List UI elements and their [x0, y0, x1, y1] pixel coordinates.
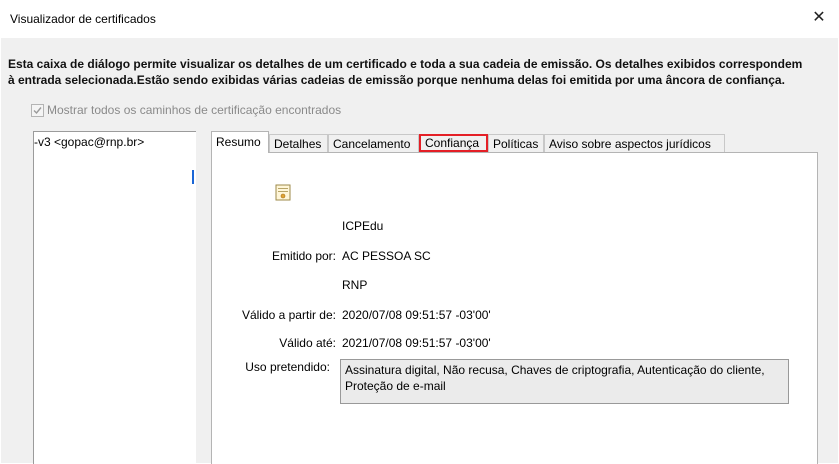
summary-panel: ICPEdu Emitido por: AC PESSOA SC RNP Vál… [211, 152, 818, 464]
show-all-paths-label: Mostrar todos os caminhos de certificaçã… [47, 103, 342, 117]
tab-aviso-juridico[interactable]: Aviso sobre aspectos jurídicos [544, 134, 725, 152]
issued-by-label: Emitido por: [271, 249, 336, 263]
issued-by-value: AC PESSOA SC [342, 249, 431, 263]
usage-box: Assinatura digital, Não recusa, Chaves d… [340, 359, 789, 404]
close-icon: ✕ [812, 9, 826, 26]
title-bar: Visualizador de certificados ✕ [0, 0, 839, 38]
dialog-body: Esta caixa de diálogo permite visualizar… [1, 38, 838, 464]
close-button[interactable]: ✕ [809, 8, 829, 28]
tab-cancelamento[interactable]: Cancelamento [328, 134, 419, 152]
certificate-chain-tree[interactable]: -v3 <gopac@rnp.br> [33, 131, 196, 464]
valid-until-label: Válido até: [279, 336, 336, 350]
valid-from-label: Válido a partir de: [241, 308, 336, 322]
tab-detalhes[interactable]: Detalhes [269, 134, 328, 152]
usage-line-2: Proteção de e-mail [345, 379, 446, 393]
checkmark-icon [33, 107, 42, 115]
tree-scroll-indicator [192, 170, 194, 184]
tree-item-certificate[interactable]: -v3 <gopac@rnp.br> [34, 135, 144, 149]
issuer-org-value: RNP [342, 278, 368, 292]
usage-line-1: Assinatura digital, Não recusa, Chaves d… [345, 363, 765, 377]
valid-until-value: 2021/07/08 09:51:57 -03'00' [342, 336, 491, 350]
tab-confianca[interactable]: Confiança [419, 134, 488, 152]
usage-label: Uso pretendido: [245, 360, 330, 374]
tab-politicas[interactable]: Políticas [488, 134, 544, 152]
certificate-icon [275, 184, 291, 201]
window-title: Visualizador de certificados [10, 12, 156, 26]
valid-from-value: 2020/07/08 09:51:57 -03'00' [342, 308, 491, 322]
subject-name: ICPEdu [342, 219, 384, 233]
tab-resumo[interactable]: Resumo [211, 131, 269, 153]
intro-text: Esta caixa de diálogo permite visualizar… [8, 56, 828, 88]
intro-line-2: à entrada selecionada.Estão sendo exibid… [8, 73, 785, 87]
intro-line-1: Esta caixa de diálogo permite visualizar… [8, 57, 803, 71]
show-all-paths-checkbox[interactable] [31, 104, 44, 117]
